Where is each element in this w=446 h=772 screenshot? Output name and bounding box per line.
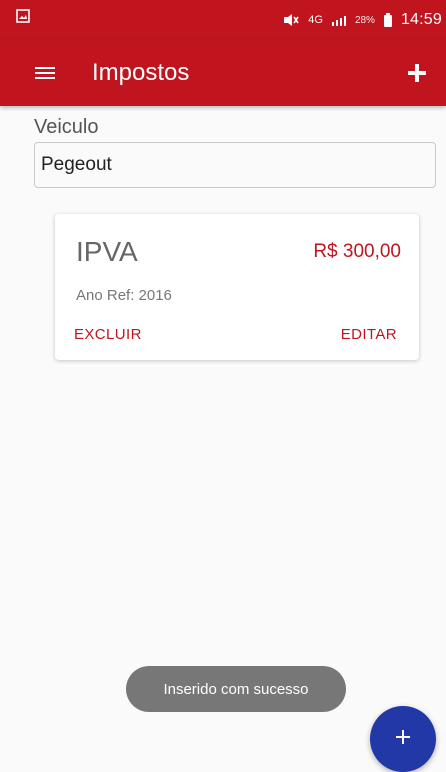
delete-button[interactable]: EXCLUIR (74, 326, 142, 343)
plus-icon (396, 730, 410, 744)
toast-message: Inserido com sucesso (126, 666, 346, 712)
tax-name: IPVA (76, 236, 138, 267)
page-title: Impostos (92, 59, 190, 86)
tax-amount: R$ 300,00 (313, 241, 401, 262)
battery-icon (383, 13, 393, 27)
add-button[interactable] (402, 58, 432, 88)
plus-icon (408, 64, 426, 82)
floating-add-button[interactable] (370, 706, 436, 772)
network-icon: 4G (308, 13, 323, 26)
tax-card[interactable]: IPVA R$ 300,00 Ano Ref: 2016 EXCLUIR EDI… (55, 214, 419, 360)
status-icons: 4G 28% 14:59 (282, 10, 442, 30)
app-bar: Impostos (0, 40, 446, 106)
menu-icon (35, 67, 55, 79)
vehicle-select[interactable]: Pegeout (34, 142, 436, 188)
battery-percent: 28% (354, 14, 375, 26)
clock: 14:59 (400, 11, 442, 28)
mute-icon (282, 13, 300, 27)
edit-button[interactable]: EDITAR (341, 326, 397, 343)
vehicle-label: Veiculo (34, 116, 99, 138)
network-label: 4G (308, 13, 323, 26)
tax-reference-year: Ano Ref: 2016 (76, 287, 172, 304)
image-icon (16, 9, 30, 23)
vehicle-selected-value: Pegeout (41, 154, 112, 175)
signal-icon (331, 13, 347, 27)
status-bar: 4G 28% 14:59 (0, 0, 446, 40)
menu-button[interactable] (30, 58, 60, 88)
